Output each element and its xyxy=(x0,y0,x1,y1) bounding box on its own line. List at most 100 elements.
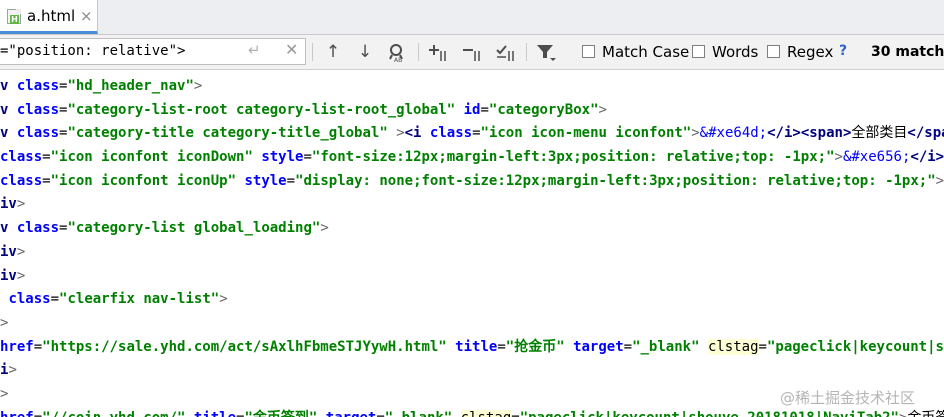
code-token: class xyxy=(16,102,60,118)
code-line[interactable]: class="icon iconfont iconUp" style="disp… xyxy=(0,169,944,193)
clear-search-icon[interactable]: ✕ xyxy=(285,40,298,59)
code-token: = xyxy=(480,102,489,118)
code-token: "_blank" xyxy=(632,339,700,355)
code-token: > xyxy=(0,315,9,331)
code-line[interactable]: > xyxy=(0,382,8,406)
code-token: class xyxy=(429,125,473,141)
match-case-checkbox[interactable] xyxy=(582,45,595,58)
code-token: = xyxy=(497,339,506,355)
code-token: <span> xyxy=(800,125,852,141)
code-token: > xyxy=(834,149,843,165)
code-line[interactable]: v class="category-list global_loading"> xyxy=(0,216,329,240)
code-token: </i> xyxy=(767,125,801,141)
code-line[interactable]: v class = "category-list-root category-lis… xyxy=(0,98,607,122)
find-all-occurrences-icon[interactable]: AB xyxy=(385,41,409,64)
code-line[interactable]: href="https://sale.yhd.com/act/sAxlhFbme… xyxy=(0,335,944,359)
code-token: "//coin.yhd.com/" xyxy=(42,410,185,417)
code-token: = xyxy=(34,410,42,417)
code-line[interactable]: iv> xyxy=(0,264,25,288)
code-line[interactable]: class="icon iconfont iconDown" style="fo… xyxy=(0,145,944,169)
select-all-occurrences-icon[interactable] xyxy=(494,41,518,63)
code-token: "pageclick|keycount|shouye_20181018|Navi… xyxy=(520,410,899,417)
code-token: = xyxy=(303,149,312,165)
code-token: = xyxy=(472,125,481,141)
code-token: = xyxy=(511,410,519,417)
previous-occurrence-icon[interactable]: ↑ xyxy=(322,41,344,63)
code-token: style xyxy=(261,149,304,165)
code-token: v xyxy=(0,78,17,94)
code-token: = xyxy=(758,339,767,355)
close-tab-icon[interactable]: × xyxy=(80,7,93,25)
code-token: > xyxy=(0,386,9,402)
code-token: "https://sale.yhd.com/act/sAxlhFbmeSTJYy… xyxy=(42,339,447,355)
code-token: <i xyxy=(404,125,430,141)
code-line[interactable]: class="clearfix nav-list"> xyxy=(0,287,228,311)
code-token: > xyxy=(193,78,203,94)
tab-a-html[interactable]: H a.html × xyxy=(0,0,98,34)
code-line[interactable]: > xyxy=(0,311,8,335)
filter-icon[interactable] xyxy=(534,41,558,63)
add-selection-next-icon[interactable] xyxy=(426,41,450,63)
html-file-icon: H xyxy=(7,9,21,24)
editor-tab-bar: H a.html × xyxy=(0,0,944,35)
code-line[interactable]: iv> xyxy=(0,192,25,216)
code-token: class xyxy=(0,149,43,165)
search-input[interactable] xyxy=(0,41,240,61)
code-token: title xyxy=(194,410,236,417)
code-token: class xyxy=(8,291,51,307)
code-token: = xyxy=(50,291,60,307)
code-token: "icon icon-menu iconfont" xyxy=(480,125,692,141)
tab-label: a.html xyxy=(27,7,76,25)
regex-help-link[interactable]: ? xyxy=(839,43,847,59)
code-token: clstag xyxy=(460,410,512,417)
code-token: &#xe656; xyxy=(842,149,911,165)
words-checkbox[interactable] xyxy=(692,45,705,58)
watermark: @稀土掘金技术社区 xyxy=(780,389,916,407)
next-occurrence-icon[interactable]: ↓ xyxy=(354,41,376,63)
code-token: 金币签到 xyxy=(907,410,944,417)
code-token: = xyxy=(42,173,51,189)
code-token: > xyxy=(16,196,26,212)
code-token: "icon iconfont iconDown" xyxy=(50,149,253,165)
code-token: href xyxy=(0,410,34,417)
regex-checkbox[interactable] xyxy=(767,45,780,58)
match-count: 30 matches xyxy=(871,44,944,60)
code-token: clstag xyxy=(707,339,759,355)
code-line[interactable]: i> xyxy=(0,358,17,382)
code-line[interactable]: v class="hd_header_nav"> xyxy=(0,74,202,98)
code-token: > xyxy=(8,362,17,378)
code-token: class xyxy=(16,125,60,141)
code-token: </span> xyxy=(907,125,944,141)
code-token: > xyxy=(935,173,944,189)
code-token: v xyxy=(0,125,17,141)
code-token: "金币签到" xyxy=(244,410,317,417)
code-line[interactable]: v class="category-title category-title_g… xyxy=(0,121,944,145)
code-token: class xyxy=(0,173,43,189)
code-token: "icon iconfont iconUp" xyxy=(50,173,237,189)
code-token: > xyxy=(691,125,700,141)
code-token: v xyxy=(0,220,17,236)
find-bar: ↵ ✕ ↑ ↓ AB Match Case Words Regex ? 30 m… xyxy=(0,35,944,70)
code-token: = xyxy=(42,149,51,165)
code-token: > xyxy=(16,268,26,284)
code-token: > xyxy=(598,102,607,118)
code-token: &#xe64d; xyxy=(699,125,768,141)
code-line[interactable]: iv> xyxy=(0,240,25,264)
code-token: "category-list global_loading" xyxy=(67,220,321,236)
code-token: = xyxy=(376,410,384,417)
code-editor[interactable]: v class="hd_header_nav"> v class="categor… xyxy=(0,70,944,417)
code-token: "categoryBox" xyxy=(488,102,599,118)
code-token: target xyxy=(573,339,624,355)
unselect-occurrence-icon[interactable] xyxy=(460,41,484,63)
code-token: "font-size:12px;margin-left:3px;position… xyxy=(311,149,835,165)
code-token: "display: none;font-size:12px;margin-lef… xyxy=(295,173,936,189)
separator xyxy=(418,43,419,61)
search-box: ↵ ✕ xyxy=(0,38,306,65)
code-token: > xyxy=(219,291,228,307)
